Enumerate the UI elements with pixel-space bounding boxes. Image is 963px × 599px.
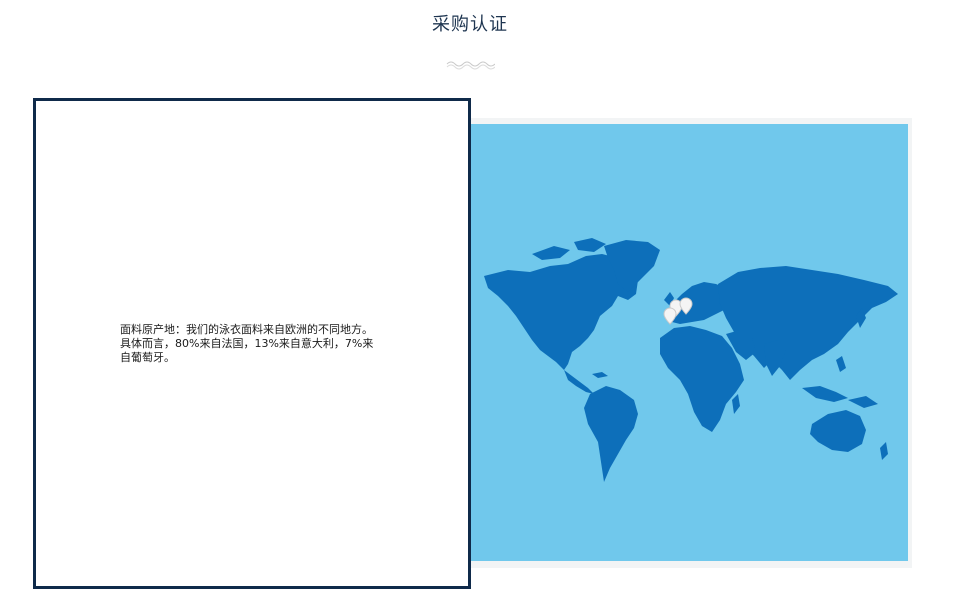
page-title: 采购认证 [432, 14, 508, 35]
world-map-panel [466, 118, 912, 568]
world-map [468, 124, 908, 561]
australia-landmass [810, 410, 866, 452]
madagascar-landmass [732, 394, 740, 414]
new-zealand-landmass [880, 442, 888, 460]
wave-divider-icon [446, 61, 495, 70]
south-america-landmass [584, 386, 638, 482]
caribbean-islands [592, 372, 608, 378]
fabric-origin-text: 面料原产地：我们的泳衣面料来自欧洲的不同地方。具体而言，80%来自法国，13%来… [120, 323, 374, 364]
continents [484, 238, 898, 482]
sourcing-certification-section: 采购认证 面料原产地：我们的泳衣面料来自欧洲的不同地方。具体而言，80%来自法国… [0, 0, 963, 599]
arctic-island-2 [574, 238, 606, 252]
philippines-islands [836, 356, 846, 372]
world-map-graphic [484, 238, 898, 482]
asia-landmass [718, 266, 898, 380]
fabric-origin-card: 面料原产地：我们的泳衣面料来自欧洲的不同地方。具体而言，80%来自法国，13%来… [33, 98, 471, 589]
indonesia-islands [802, 386, 848, 402]
central-america-landmass [564, 370, 594, 394]
new-guinea-landmass [848, 396, 878, 408]
arctic-islands [532, 246, 570, 260]
